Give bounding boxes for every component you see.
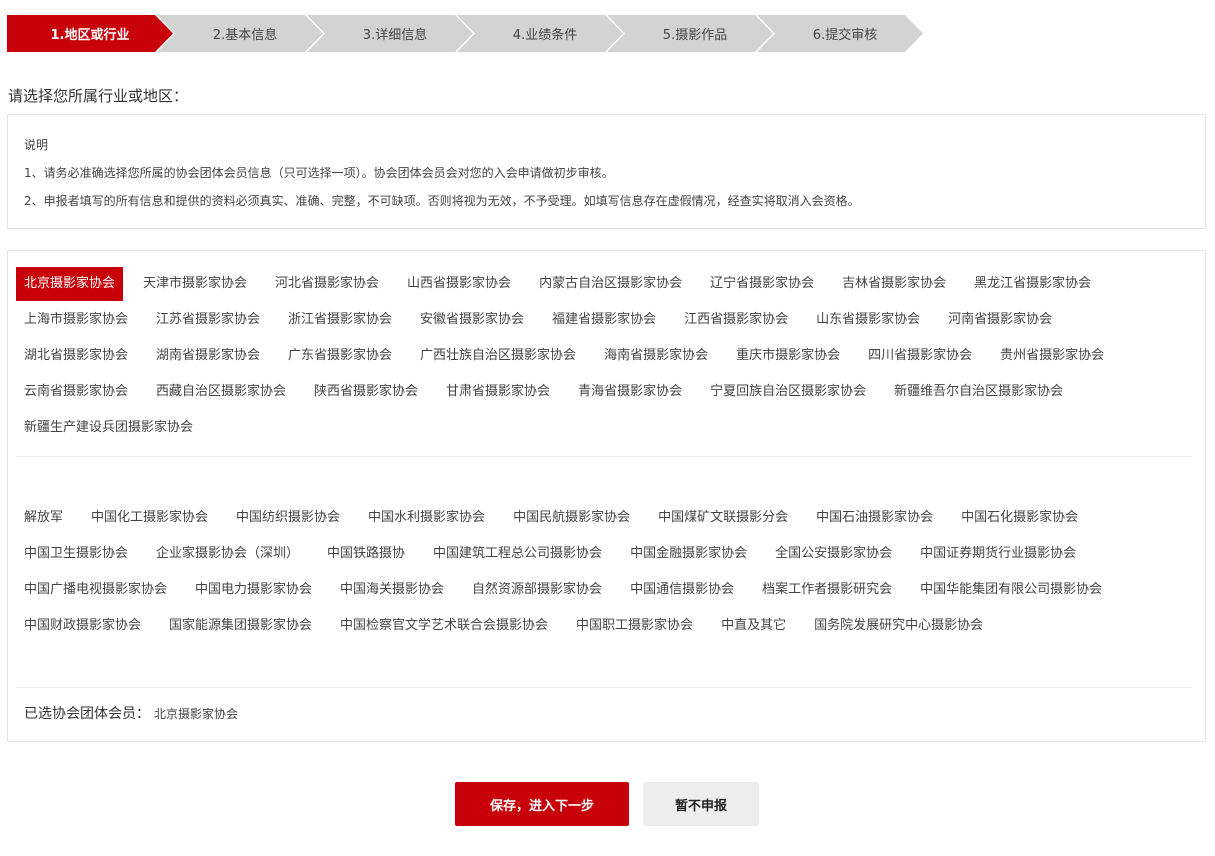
region-tag[interactable]: 甘肃省摄影家协会 bbox=[438, 375, 558, 409]
region-tag[interactable]: 天津市摄影家协会 bbox=[135, 267, 255, 301]
industry-tag[interactable]: 中国华能集团有限公司摄影协会 bbox=[912, 573, 1110, 607]
region-tag[interactable]: 辽宁省摄影家协会 bbox=[702, 267, 822, 301]
industry-tag[interactable]: 国务院发展研究中心摄影协会 bbox=[806, 609, 991, 643]
region-tag[interactable]: 福建省摄影家协会 bbox=[544, 303, 664, 337]
region-tag[interactable]: 贵州省摄影家协会 bbox=[992, 339, 1112, 373]
region-tag[interactable]: 湖南省摄影家协会 bbox=[148, 339, 268, 373]
selected-label: 已选协会团体会员： bbox=[24, 706, 150, 722]
region-tag[interactable]: 西藏自治区摄影家协会 bbox=[148, 375, 294, 409]
industry-tag[interactable]: 中国煤矿文联摄影分会 bbox=[650, 501, 796, 535]
industry-tag[interactable]: 中国石油摄影家协会 bbox=[808, 501, 941, 535]
divider bbox=[16, 456, 1192, 457]
association-panel: 北京摄影家协会 天津市摄影家协会 河北省摄影家协会 山西省摄影家协会 内蒙古自治区摄影家… bbox=[7, 250, 1206, 742]
industry-tag[interactable]: 中国民航摄影家协会 bbox=[505, 501, 638, 535]
industry-tag[interactable]: 中国电力摄影家协会 bbox=[187, 573, 320, 607]
industry-tag[interactable]: 中国检察官文学艺术联合会摄影协会 bbox=[332, 609, 556, 643]
region-tag[interactable]: 河南省摄影家协会 bbox=[940, 303, 1060, 337]
region-tag[interactable]: 上海市摄影家协会 bbox=[16, 303, 136, 337]
notice-line-2: 2、申报者填写的所有信息和提供的资料必须真实、准确、完整，不可缺项。否则将视为无… bbox=[24, 194, 860, 208]
step-3[interactable]: 3.详细信息 bbox=[307, 15, 473, 52]
industry-tag[interactable]: 中国铁路摄协 bbox=[319, 537, 413, 571]
region-tag[interactable]: 海南省摄影家协会 bbox=[596, 339, 716, 373]
region-tag[interactable]: 江苏省摄影家协会 bbox=[148, 303, 268, 337]
region-tag[interactable]: 北京摄影家协会 bbox=[16, 267, 124, 301]
step-4[interactable]: 4.业绩条件 bbox=[457, 15, 623, 52]
save-next-button[interactable]: 保存，进入下一步 bbox=[455, 782, 629, 826]
industry-tag[interactable]: 中国职工摄影家协会 bbox=[568, 609, 701, 643]
region-tag[interactable]: 重庆市摄影家协会 bbox=[728, 339, 848, 373]
industry-tag[interactable]: 中国证券期货行业摄影协会 bbox=[912, 537, 1084, 571]
notice-title: 说明 bbox=[24, 138, 49, 152]
progress-steps: 1.地区或行业 2.基本信息 3.详细信息 4.业绩条件 5.摄影作品 6.提交… bbox=[7, 15, 947, 52]
region-tag[interactable]: 青海省摄影家协会 bbox=[570, 375, 690, 409]
divider bbox=[16, 687, 1192, 688]
page-prompt: 请选择您所属行业或地区： bbox=[8, 87, 189, 105]
region-tag[interactable]: 河北省摄影家协会 bbox=[267, 267, 387, 301]
industry-tag[interactable]: 自然资源部摄影家协会 bbox=[464, 573, 610, 607]
industry-tag[interactable]: 中国卫生摄影协会 bbox=[16, 537, 136, 571]
selected-association: 已选协会团体会员： 北京摄影家协会 bbox=[24, 703, 238, 723]
region-tag[interactable]: 吉林省摄影家协会 bbox=[834, 267, 954, 301]
region-tag[interactable]: 陕西省摄影家协会 bbox=[306, 375, 426, 409]
industry-tag[interactable]: 中国财政摄影家协会 bbox=[16, 609, 149, 643]
industry-tag[interactable]: 中国通信摄影协会 bbox=[622, 573, 742, 607]
skip-button[interactable]: 暂不申报 bbox=[643, 782, 759, 826]
region-tag[interactable]: 广西壮族自治区摄影家协会 bbox=[412, 339, 584, 373]
step-6[interactable]: 6.提交审核 bbox=[757, 15, 923, 52]
region-tag[interactable]: 内蒙古自治区摄影家协会 bbox=[531, 267, 690, 301]
region-tag[interactable]: 江西省摄影家协会 bbox=[676, 303, 796, 337]
industry-tag[interactable]: 中国水利摄影家协会 bbox=[360, 501, 493, 535]
step-2[interactable]: 2.基本信息 bbox=[157, 15, 323, 52]
industry-tag[interactable]: 国家能源集团摄影家协会 bbox=[161, 609, 320, 643]
region-tag[interactable]: 安徽省摄影家协会 bbox=[412, 303, 532, 337]
step-5[interactable]: 5.摄影作品 bbox=[607, 15, 773, 52]
region-tag[interactable]: 四川省摄影家协会 bbox=[860, 339, 980, 373]
region-tag[interactable]: 山西省摄影家协会 bbox=[399, 267, 519, 301]
industry-tag[interactable]: 中国石化摄影家协会 bbox=[953, 501, 1086, 535]
industry-tag[interactable]: 档案工作者摄影研究会 bbox=[754, 573, 900, 607]
industry-list: 解放军 中国化工摄影家协会 中国纺织摄影协会 中国水利摄影家协会 中国民航摄影家协会 中国… bbox=[16, 501, 1192, 645]
industry-tag[interactable]: 解放军 bbox=[16, 501, 71, 535]
industry-tag[interactable]: 中国建筑工程总公司摄影协会 bbox=[425, 537, 610, 571]
region-tag[interactable]: 云南省摄影家协会 bbox=[16, 375, 136, 409]
industry-tag[interactable]: 中国化工摄影家协会 bbox=[83, 501, 216, 535]
region-tag[interactable]: 湖北省摄影家协会 bbox=[16, 339, 136, 373]
industry-tag[interactable]: 中国广播电视摄影家协会 bbox=[16, 573, 175, 607]
region-tag[interactable]: 广东省摄影家协会 bbox=[280, 339, 400, 373]
selected-value: 北京摄影家协会 bbox=[154, 707, 239, 721]
industry-tag[interactable]: 中直及其它 bbox=[713, 609, 794, 643]
region-tag[interactable]: 黑龙江省摄影家协会 bbox=[966, 267, 1099, 301]
region-tag[interactable]: 浙江省摄影家协会 bbox=[280, 303, 400, 337]
step-1[interactable]: 1.地区或行业 bbox=[7, 15, 173, 52]
region-list: 北京摄影家协会 天津市摄影家协会 河北省摄影家协会 山西省摄影家协会 内蒙古自治区摄影家… bbox=[16, 267, 1192, 447]
industry-tag[interactable]: 中国海关摄影协会 bbox=[332, 573, 452, 607]
region-tag[interactable]: 山东省摄影家协会 bbox=[808, 303, 928, 337]
notice-line-1: 1、请务必准确选择您所属的协会团体会员信息（只可选择一项）。协会团体会员会对您的… bbox=[24, 166, 614, 180]
notice-box: 说明 1、请务必准确选择您所属的协会团体会员信息（只可选择一项）。协会团体会员会… bbox=[7, 114, 1206, 229]
industry-tag[interactable]: 中国纺织摄影协会 bbox=[228, 501, 348, 535]
industry-tag[interactable]: 全国公安摄影家协会 bbox=[767, 537, 900, 571]
region-tag[interactable]: 新疆维吾尔自治区摄影家协会 bbox=[886, 375, 1071, 409]
region-tag[interactable]: 新疆生产建设兵团摄影家协会 bbox=[16, 411, 201, 445]
industry-tag[interactable]: 企业家摄影协会（深圳） bbox=[148, 537, 307, 571]
region-tag[interactable]: 宁夏回族自治区摄影家协会 bbox=[702, 375, 874, 409]
industry-tag[interactable]: 中国金融摄影家协会 bbox=[622, 537, 755, 571]
